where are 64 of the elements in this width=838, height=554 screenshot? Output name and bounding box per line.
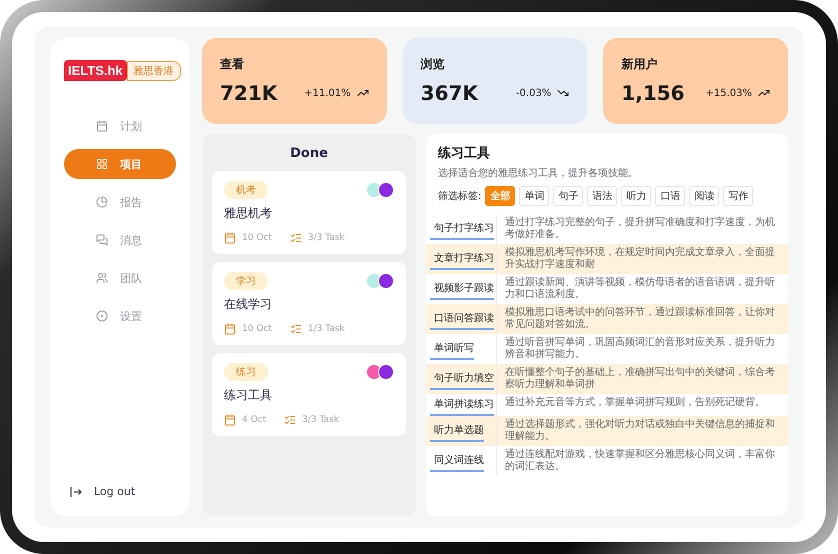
stat-change: -0.03% <box>516 88 552 98</box>
tool-description: 通过连线配对游戏，快速掌握和区分雅思核心同义词，丰富你的词汇表达。 <box>496 446 788 476</box>
checklist-icon <box>284 414 296 426</box>
nav-icon <box>96 158 108 170</box>
task-card[interactable]: 练习 练习工具 4 Oct 3/3 Task <box>212 353 406 436</box>
logo-tagline: 雅思香港 <box>126 60 181 80</box>
checklist-icon <box>290 323 302 335</box>
task-card[interactable]: 学习 在线学习 10 Oct 1/3 Task <box>212 262 406 345</box>
tool-row[interactable]: 句子听力填空 在听懂整个句子的基础上，准确拼写出句中的关键词，综合考察听力理解和单词拼 <box>426 364 788 394</box>
logout-button[interactable]: Log out <box>64 485 176 498</box>
filter-chip[interactable]: 阅读 <box>689 186 720 206</box>
checklist-icon <box>290 232 302 244</box>
panel-title: 练习工具 <box>438 145 491 162</box>
filter-chip[interactable]: 句子 <box>553 186 584 206</box>
tool-name[interactable]: 单词听写 <box>430 338 474 360</box>
card-title: 雅思机考 <box>224 205 273 222</box>
panel-subtitle: 选择适合您的雅思练习工具，提升各项技能。 <box>438 166 639 180</box>
tool-name[interactable]: 视频影子跟读 <box>430 278 494 300</box>
tool-name[interactable]: 口语问答跟读 <box>430 308 494 330</box>
column-title: Done <box>289 146 329 161</box>
stat-value: 367K <box>420 81 478 105</box>
logout-icon <box>70 486 82 498</box>
tool-name[interactable]: 句子打字练习 <box>430 218 494 240</box>
card-tasks: 1/3 Task <box>308 324 345 334</box>
card-date: 4 Oct <box>242 415 266 425</box>
calendar-icon <box>224 323 236 335</box>
card-tag: 学习 <box>224 272 268 290</box>
stat-change: +11.01% <box>304 88 351 98</box>
stat-value: 1,156 <box>621 81 685 105</box>
logo-brand: IELTS.hk <box>64 60 127 81</box>
stat-value: 721K <box>220 81 278 105</box>
tool-name[interactable]: 同义词连线 <box>430 450 484 472</box>
card-tasks: 3/3 Task <box>302 415 339 425</box>
filter-label: 筛选标签: <box>438 190 482 203</box>
nav-icon <box>96 272 108 284</box>
calendar-icon <box>224 232 236 244</box>
tool-name[interactable]: 句子听力填空 <box>430 368 494 390</box>
nav-icon <box>96 234 108 246</box>
filter-chip[interactable]: 单词 <box>519 186 550 206</box>
tool-row[interactable]: 听力单选题 通过选择题形式，强化对听力对话或独白中关键信息的捕捉和理解能力。 <box>426 416 788 446</box>
card-tag: 机考 <box>224 181 268 199</box>
calendar-icon <box>224 414 236 426</box>
stat-title: 浏览 <box>420 56 446 73</box>
nav-icon <box>96 196 108 208</box>
filter-chip[interactable]: 口语 <box>655 186 686 206</box>
tool-row[interactable]: 口语问答跟读 模拟雅思口语考试中的问答环节，通过跟读标准回答，让你对常见问题对答如流。 <box>426 304 788 334</box>
tool-name[interactable]: 文章打字练习 <box>430 248 494 270</box>
filter-chip[interactable]: 语法 <box>587 186 618 206</box>
tool-name[interactable]: 听力单选题 <box>430 420 484 442</box>
nav-icon <box>96 120 108 132</box>
stat-change: +15.03% <box>705 88 752 98</box>
card-date: 10 Oct <box>242 324 272 334</box>
card-tasks: 3/3 Task <box>308 233 345 243</box>
stat-title: 新用户 <box>621 56 658 73</box>
filter-chip[interactable]: 写作 <box>723 186 754 206</box>
card-tag: 练习 <box>224 363 268 381</box>
card-date: 10 Oct <box>242 233 272 243</box>
card-title: 练习工具 <box>224 387 273 404</box>
filter-chip[interactable]: 听力 <box>621 186 652 206</box>
stat-title: 查看 <box>220 56 245 73</box>
card-title: 在线学习 <box>224 296 273 313</box>
tool-row[interactable]: 文章打字练习 模拟雅思机考写作环境，在规定时间内完成文章录入，全面提升实战打字速度和耐 <box>426 244 788 274</box>
nav-icon <box>96 310 108 322</box>
task-card[interactable]: 机考 雅思机考 10 Oct 3/3 Task <box>212 171 406 254</box>
